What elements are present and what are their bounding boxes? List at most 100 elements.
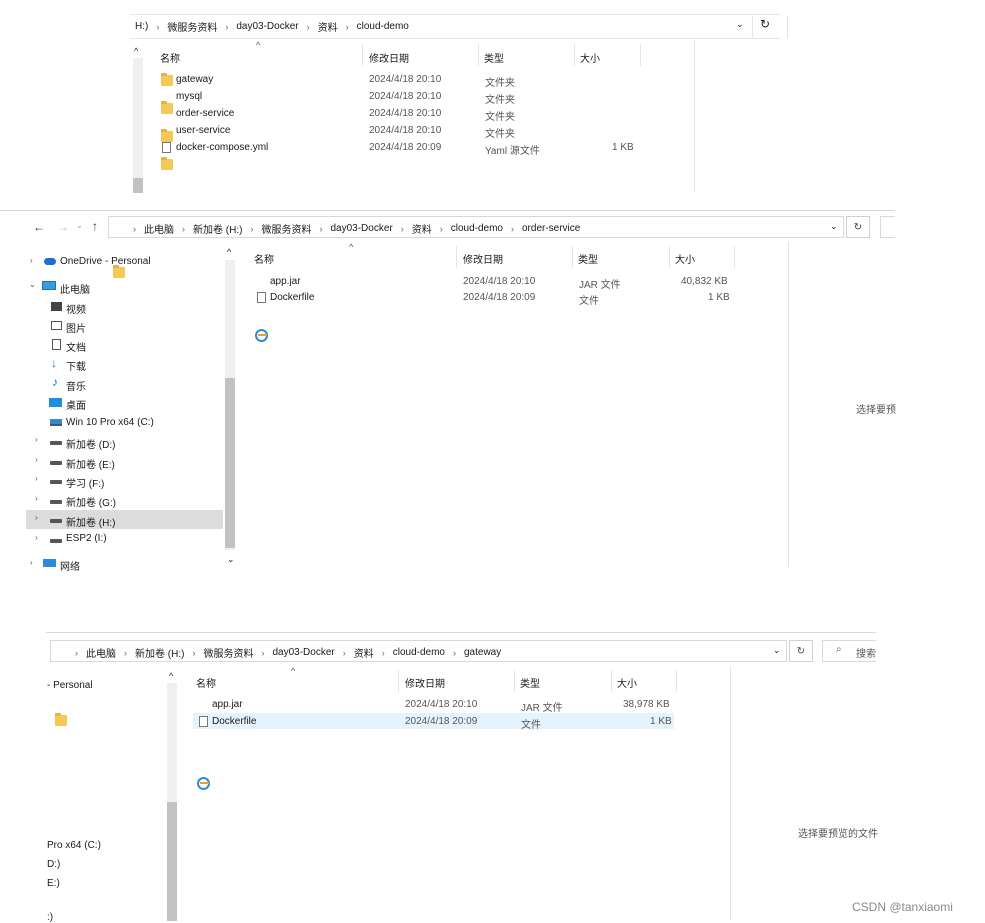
breadcrumb-item[interactable]: 新加卷 (H:) <box>133 645 186 660</box>
file-type: JAR 文件 <box>521 703 563 714</box>
breadcrumb-item[interactable]: 新加卷 (H:) <box>191 221 244 236</box>
scroll-up-icon[interactable]: ^ <box>134 46 138 56</box>
expand-chevron-icon: › <box>35 435 38 444</box>
breadcrumb-item[interactable]: 微服务资料 <box>165 19 219 34</box>
file-type: 文件夹 <box>485 95 515 106</box>
expand-chevron-icon: › <box>30 558 33 567</box>
nav-label: 图片 <box>66 324 86 335</box>
scroll-up-icon[interactable]: ^ <box>169 671 173 681</box>
drive-icon <box>50 461 62 465</box>
column-header-date[interactable]: 修改日期 <box>405 675 445 690</box>
breadcrumb-item[interactable]: day03-Docker <box>270 647 336 658</box>
nav-label: 音乐 <box>66 382 86 393</box>
search-input[interactable]: 搜索 <box>856 645 876 660</box>
breadcrumb-item[interactable]: 此电脑 <box>84 645 118 660</box>
chevron-right-icon: › <box>439 223 443 234</box>
breadcrumb-item[interactable]: order-service <box>520 223 582 234</box>
chevron-down-icon[interactable]: ⌄ <box>773 645 781 656</box>
breadcrumb-item[interactable]: 微服务资料 <box>259 221 313 236</box>
nav-item-drive-d[interactable]: D:) <box>47 859 60 870</box>
breadcrumb-item[interactable]: H:) <box>133 21 150 32</box>
column-header-type[interactable]: 类型 <box>578 251 598 266</box>
breadcrumb: › 此电脑 › 新加卷 (H:) › 微服务资料 › day03-Docker › 资料… <box>127 221 582 236</box>
breadcrumb-item[interactable]: 资料 <box>316 19 340 34</box>
yml-file-icon <box>162 142 171 153</box>
column-header-size[interactable]: 大小 <box>675 251 695 266</box>
drive-icon <box>50 441 62 445</box>
address-bar-1[interactable]: H:) › 微服务资料 › day03-Docker › 资料 › cloud-demo <box>133 19 411 34</box>
nav-scrollbar-thumb[interactable] <box>133 178 143 193</box>
column-header-name[interactable]: 名称 <box>254 251 274 266</box>
file-date: 2024/4/18 20:09 <box>405 716 478 727</box>
column-header-size[interactable]: 大小 <box>617 675 637 690</box>
column-header-name[interactable]: 名称 <box>196 675 216 690</box>
refresh-button[interactable]: ↻ <box>846 216 870 238</box>
breadcrumb-item[interactable]: 资料 <box>410 221 434 236</box>
breadcrumb-item[interactable]: 此电脑 <box>142 221 176 236</box>
sort-caret-icon: ^ <box>256 40 261 50</box>
file-type: 文件 <box>579 296 599 307</box>
column-header-date[interactable]: 修改日期 <box>369 50 409 65</box>
breadcrumb-item[interactable]: cloud-demo <box>449 223 505 234</box>
forward-arrow-icon[interactable]: → <box>57 220 69 234</box>
nav-scrollbar-thumb[interactable] <box>167 802 177 921</box>
file-size: 1 KB <box>708 292 730 303</box>
breadcrumb-item[interactable]: cloud-demo <box>355 21 411 32</box>
nav-label: 新加卷 (E:) <box>66 460 115 471</box>
download-arrow-icon: ↓ <box>51 356 57 370</box>
breadcrumb-item[interactable]: gateway <box>462 647 503 658</box>
nav-label: 新加卷 (H:) <box>66 518 116 529</box>
breadcrumb-item[interactable]: 微服务资料 <box>201 645 255 660</box>
nav-item-drive-c[interactable]: Pro x64 (C:) <box>47 840 101 851</box>
file-type: JAR 文件 <box>579 280 621 291</box>
folder-icon <box>161 129 173 142</box>
chevron-down-icon[interactable]: ⌄ <box>830 221 838 232</box>
nav-label: Win 10 Pro x64 (C:) <box>66 417 154 428</box>
nav-scrollbar-thumb[interactable] <box>225 378 235 548</box>
file-name: app.jar <box>212 699 243 710</box>
sort-caret-icon: ^ <box>291 666 296 676</box>
breadcrumb: › 此电脑 › 新加卷 (H:) › 微服务资料 › day03-Docker › 资料… <box>69 645 503 660</box>
jar-icon <box>255 329 268 342</box>
file-name: docker-compose.yml <box>176 142 269 153</box>
breadcrumb-item[interactable]: day03-Docker <box>328 223 394 234</box>
chevron-right-icon: › <box>342 647 346 658</box>
breadcrumb-item[interactable]: 资料 <box>352 645 376 660</box>
column-header-type[interactable]: 类型 <box>520 675 540 690</box>
expand-chevron-icon: › <box>35 513 38 522</box>
nav-scrollbar[interactable] <box>133 58 143 193</box>
search-box[interactable] <box>880 216 895 238</box>
file-name: order-service <box>176 108 235 119</box>
desktop-icon <box>49 398 62 407</box>
nav-item-onedrive[interactable]: - Personal <box>47 680 93 691</box>
column-header-date[interactable]: 修改日期 <box>463 251 503 266</box>
file-size: 40,832 KB <box>681 276 728 287</box>
computer-icon <box>42 281 56 290</box>
nav-label: 桌面 <box>66 401 86 412</box>
chevron-right-icon: › <box>345 21 349 32</box>
refresh-button[interactable]: ↻ <box>789 640 813 662</box>
nav-item-drive-f[interactable]: :) <box>47 912 53 923</box>
nav-label: 学习 (F:) <box>66 479 105 490</box>
recent-dropdown-icon[interactable]: ⌄ <box>76 221 83 230</box>
nav-item-drive-e[interactable]: E:) <box>47 878 60 889</box>
breadcrumb-item[interactable]: day03-Docker <box>234 21 300 32</box>
breadcrumb-item[interactable]: cloud-demo <box>391 647 447 658</box>
column-header-size[interactable]: 大小 <box>580 50 600 65</box>
file-icon <box>257 292 266 303</box>
chevron-down-icon[interactable]: ⌄ <box>736 19 744 30</box>
chevron-right-icon: › <box>381 647 385 658</box>
picture-icon <box>51 321 62 330</box>
column-header-type[interactable]: 类型 <box>484 50 504 65</box>
file-date: 2024/4/18 20:10 <box>463 276 536 287</box>
scroll-up-icon[interactable]: ^ <box>227 247 231 257</box>
document-icon <box>52 339 61 350</box>
column-header-name[interactable]: 名称 <box>160 50 180 65</box>
file-date: 2024/4/18 20:10 <box>369 125 442 136</box>
expand-chevron-icon: › <box>35 494 38 503</box>
scroll-down-icon[interactable]: ⌄ <box>227 554 235 565</box>
list-item[interactable]: gateway 2024/4/18 20:10 文件夹 <box>0 0 985 89</box>
up-arrow-icon[interactable]: ↑ <box>92 219 98 233</box>
refresh-icon[interactable]: ↻ <box>760 17 770 31</box>
back-arrow-icon[interactable]: ← <box>33 220 45 234</box>
